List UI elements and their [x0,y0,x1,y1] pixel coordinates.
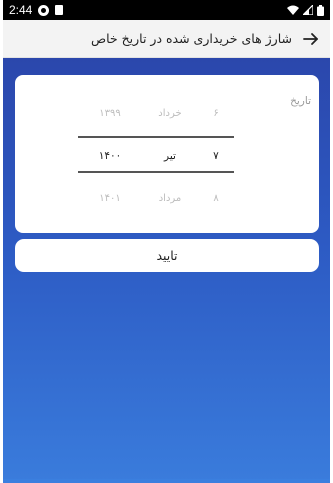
picker-row-selected[interactable]: ۷ تیر ۱۴۰۰ [78,145,234,167]
picker-divider-bottom [78,171,234,173]
sim-card-icon [55,5,64,15]
date-label: تاریخ [290,95,311,107]
page-title: شارژ های خریداری شده در تاریخ خاص [90,31,292,46]
status-right [287,4,324,16]
status-time: 2:44 [9,3,33,17]
picker-divider-top [78,136,234,138]
signal-icon [303,5,313,15]
app-screen: 2:44 شارژ های خریداری شده در تاریخ خاص ت… [3,0,330,483]
picker-year: ۱۴۰۰ [98,150,122,162]
date-picker-card: تاریخ ۶ خرداد ۱۳۹۹ ۷ تیر ۱۴۰۰ ۸ مرداد ۱۴… [15,75,319,233]
picker-month: خرداد [158,107,182,119]
arrow-right-icon[interactable] [302,30,320,48]
picker-year: ۱۴۰۱ [99,192,121,204]
picker-day: ۷ [213,150,219,162]
picker-row-previous[interactable]: ۶ خرداد ۱۳۹۹ [78,102,234,124]
status-left: 2:44 [9,3,64,17]
picker-row-next[interactable]: ۸ مرداد ۱۴۰۱ [78,187,234,209]
app-bar: شارژ های خریداری شده در تاریخ خاص [3,20,330,58]
notification-icon [38,4,50,16]
wifi-icon [287,5,299,15]
picker-day: ۸ [213,192,219,204]
picker-month: مرداد [158,192,182,204]
picker-month: تیر [164,150,176,162]
picker-year: ۱۳۹۹ [99,107,121,119]
bottom-edge [3,479,330,483]
battery-icon [317,4,324,16]
status-bar: 2:44 [3,0,330,20]
confirm-button[interactable]: تایید [15,239,319,272]
picker-day: ۶ [213,107,219,119]
confirm-button-label: تایید [156,248,178,263]
content-area: تاریخ ۶ خرداد ۱۳۹۹ ۷ تیر ۱۴۰۰ ۸ مرداد ۱۴… [3,58,330,483]
